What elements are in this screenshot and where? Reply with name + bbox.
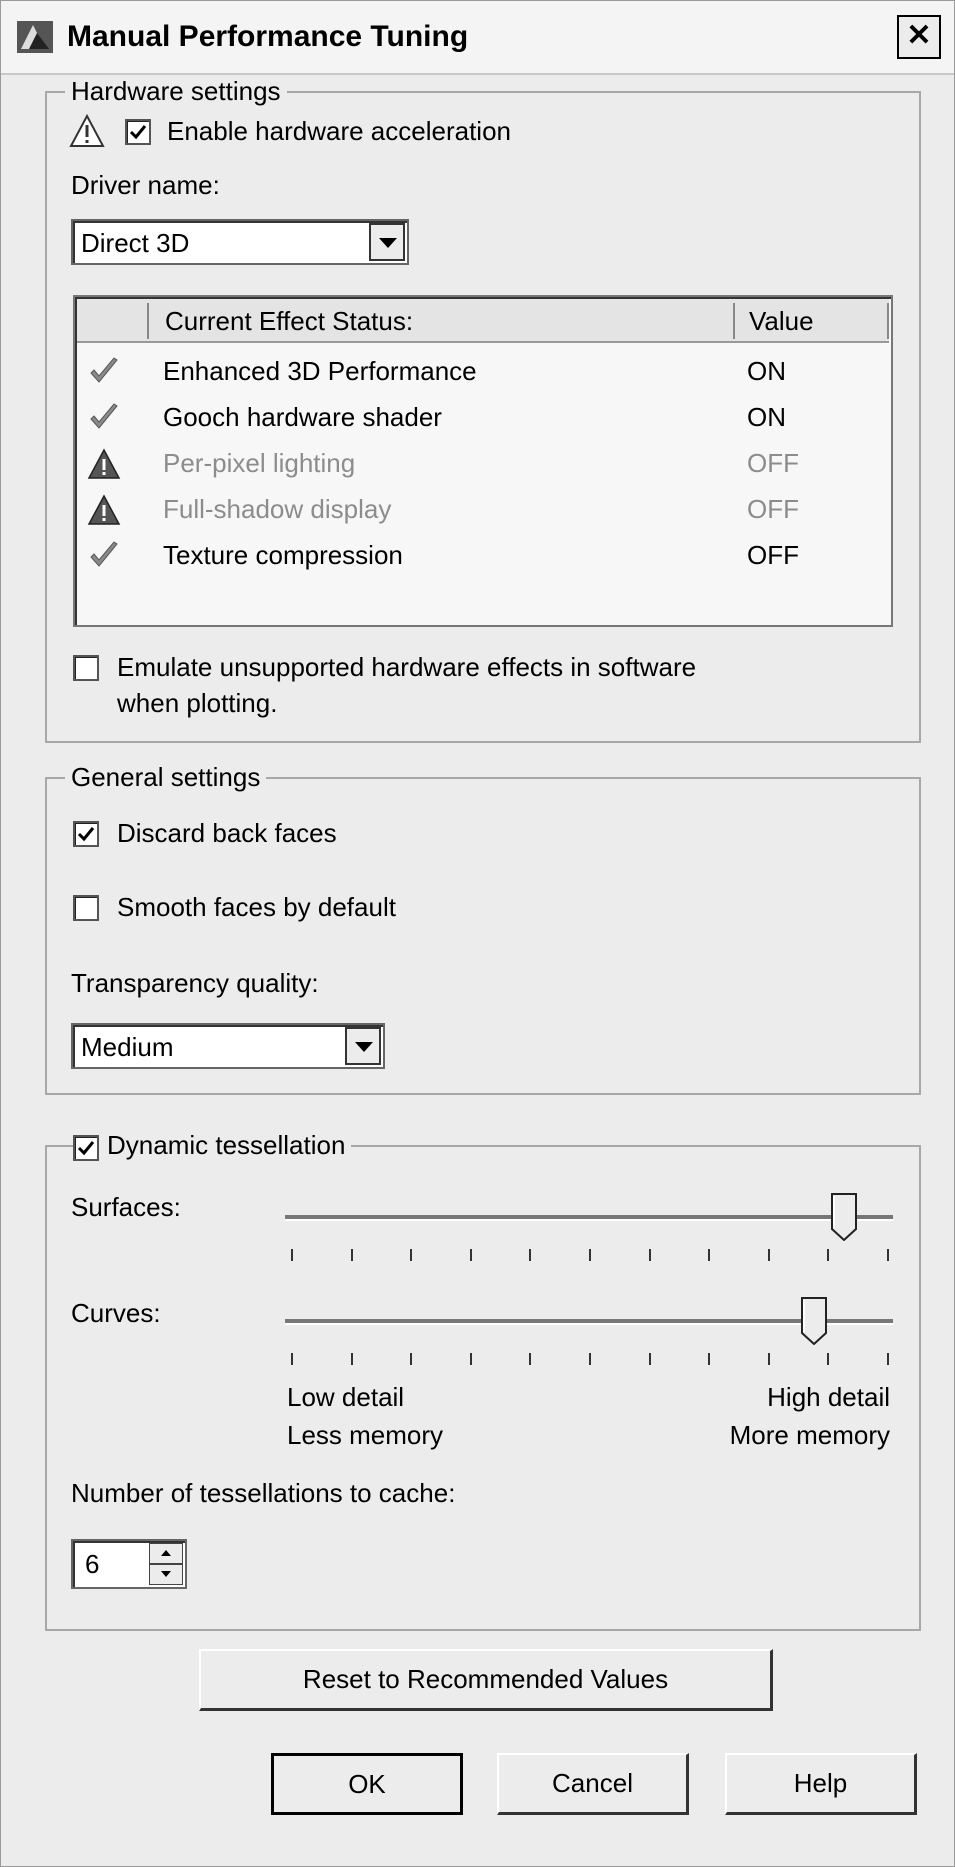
dynamic-tessellation-label: Dynamic tessellation	[107, 1130, 346, 1160]
driver-name-dropdown[interactable]: Direct 3D	[71, 219, 409, 265]
slider-tick	[887, 1353, 889, 1365]
slider-tick	[827, 1249, 830, 1261]
table-row[interactable]: Per-pixel lighting OFF	[77, 441, 889, 487]
title-bar: Manual Performance Tuning ✕	[1, 1, 954, 75]
transparency-quality-dropdown[interactable]: Medium	[71, 1023, 385, 1069]
effect-name: Texture compression	[163, 540, 403, 570]
hardware-settings-legend: Hardware settings	[65, 75, 287, 107]
table-row[interactable]: Full-shadow display OFF	[77, 487, 889, 533]
manual-performance-tuning-dialog: Manual Performance Tuning ✕ Hardware set…	[0, 0, 955, 1867]
column-divider[interactable]	[733, 303, 735, 339]
emulate-hardware-effects-label-line2: when plotting.	[117, 688, 278, 718]
tessellation-cache-value[interactable]: 6	[85, 1548, 99, 1580]
slider-tick	[648, 1353, 651, 1365]
effect-value: OFF	[747, 494, 799, 524]
slider-tick	[767, 1249, 770, 1261]
slider-tick	[350, 1249, 353, 1261]
slider-tick	[648, 1249, 651, 1261]
column-header-value[interactable]: Value	[749, 305, 814, 337]
spin-up-arrow-icon[interactable]	[149, 1543, 183, 1564]
emulate-hardware-effects-label-line1: Emulate unsupported hardware effects in …	[117, 652, 697, 682]
column-divider[interactable]	[147, 303, 149, 339]
chevron-down-icon[interactable]	[369, 223, 405, 261]
effect-value: OFF	[747, 448, 799, 478]
tessellation-cache-label: Number of tessellations to cache:	[71, 1478, 456, 1508]
smooth-faces-checkbox[interactable]	[73, 895, 99, 921]
list-header: Current Effect Status: Value	[77, 299, 889, 343]
table-row[interactable]: Gooch hardware shader ON	[77, 395, 889, 441]
emulate-hardware-effects-checkbox[interactable]	[73, 655, 99, 681]
column-header-status[interactable]: Current Effect Status:	[165, 305, 413, 337]
column-divider	[887, 303, 889, 339]
slider-tick	[350, 1353, 353, 1365]
effect-value: ON	[747, 402, 786, 432]
cancel-button[interactable]: Cancel	[497, 1753, 689, 1815]
slider-tick	[708, 1353, 711, 1365]
slider-tick	[529, 1249, 532, 1261]
close-button[interactable]: ✕	[897, 15, 941, 59]
less-memory-label: Less memory	[287, 1420, 444, 1450]
slider-tick	[469, 1353, 472, 1365]
check-icon	[90, 357, 118, 383]
slider-tick	[767, 1353, 770, 1365]
reset-to-recommended-button[interactable]: Reset to Recommended Values	[199, 1649, 773, 1711]
slider-tick	[410, 1353, 413, 1365]
slider-tick	[589, 1353, 591, 1365]
effect-name: Full-shadow display	[163, 494, 392, 524]
high-detail-label: High detail	[767, 1382, 890, 1412]
surfaces-slider-track[interactable]	[285, 1215, 893, 1221]
warning-icon	[87, 494, 121, 525]
effect-name: Per-pixel lighting	[163, 448, 356, 478]
effect-value: OFF	[747, 540, 799, 570]
warning-icon	[69, 113, 105, 147]
check-icon	[90, 403, 118, 429]
tessellation-cache-spinner[interactable]: 6	[71, 1539, 187, 1589]
transparency-quality-label: Transparency quality:	[71, 968, 319, 998]
enable-hardware-acceleration-label: Enable hardware acceleration	[167, 116, 511, 146]
slider-tick	[410, 1249, 413, 1261]
slider-tick	[469, 1249, 472, 1261]
driver-name-value: Direct 3D	[81, 228, 190, 258]
surfaces-label: Surfaces:	[71, 1192, 181, 1222]
help-button[interactable]: Help	[725, 1753, 917, 1815]
curves-slider-thumb[interactable]	[800, 1297, 827, 1345]
discard-back-faces-label: Discard back faces	[117, 818, 337, 848]
effect-name: Enhanced 3D Performance	[163, 356, 477, 386]
slider-tick	[291, 1353, 293, 1365]
effect-status-list: Current Effect Status: Value Enhanced 3D…	[73, 295, 893, 627]
enable-hardware-acceleration-checkbox[interactable]	[125, 119, 151, 145]
spin-down-arrow-icon[interactable]	[149, 1564, 183, 1585]
more-memory-label: More memory	[729, 1420, 890, 1450]
general-settings-legend: General settings	[65, 761, 267, 793]
transparency-quality-value: Medium	[81, 1032, 174, 1062]
ok-button[interactable]: OK	[271, 1753, 463, 1815]
dynamic-tessellation-legend: Dynamic tessellation	[73, 1129, 352, 1161]
discard-back-faces-checkbox[interactable]	[73, 821, 99, 847]
check-icon	[90, 541, 118, 567]
surfaces-slider-thumb[interactable]	[831, 1193, 858, 1241]
app-icon	[17, 21, 53, 53]
smooth-faces-label: Smooth faces by default	[117, 892, 396, 922]
table-row[interactable]: Texture compression OFF	[77, 533, 889, 579]
slider-tick	[887, 1249, 889, 1261]
table-row[interactable]: Enhanced 3D Performance ON	[77, 349, 889, 395]
chevron-down-icon[interactable]	[345, 1027, 381, 1065]
warning-icon	[87, 448, 121, 479]
effect-value: ON	[747, 356, 786, 386]
slider-tick	[827, 1353, 830, 1365]
effect-name: Gooch hardware shader	[163, 402, 442, 432]
slider-tick	[708, 1249, 711, 1261]
slider-tick	[589, 1249, 591, 1261]
curves-label: Curves:	[71, 1298, 161, 1328]
slider-tick	[529, 1353, 532, 1365]
driver-name-label: Driver name:	[71, 170, 220, 200]
slider-tick	[291, 1249, 293, 1261]
dynamic-tessellation-checkbox[interactable]	[73, 1135, 99, 1161]
window-title: Manual Performance Tuning	[67, 20, 469, 53]
low-detail-label: Low detail	[287, 1382, 405, 1412]
